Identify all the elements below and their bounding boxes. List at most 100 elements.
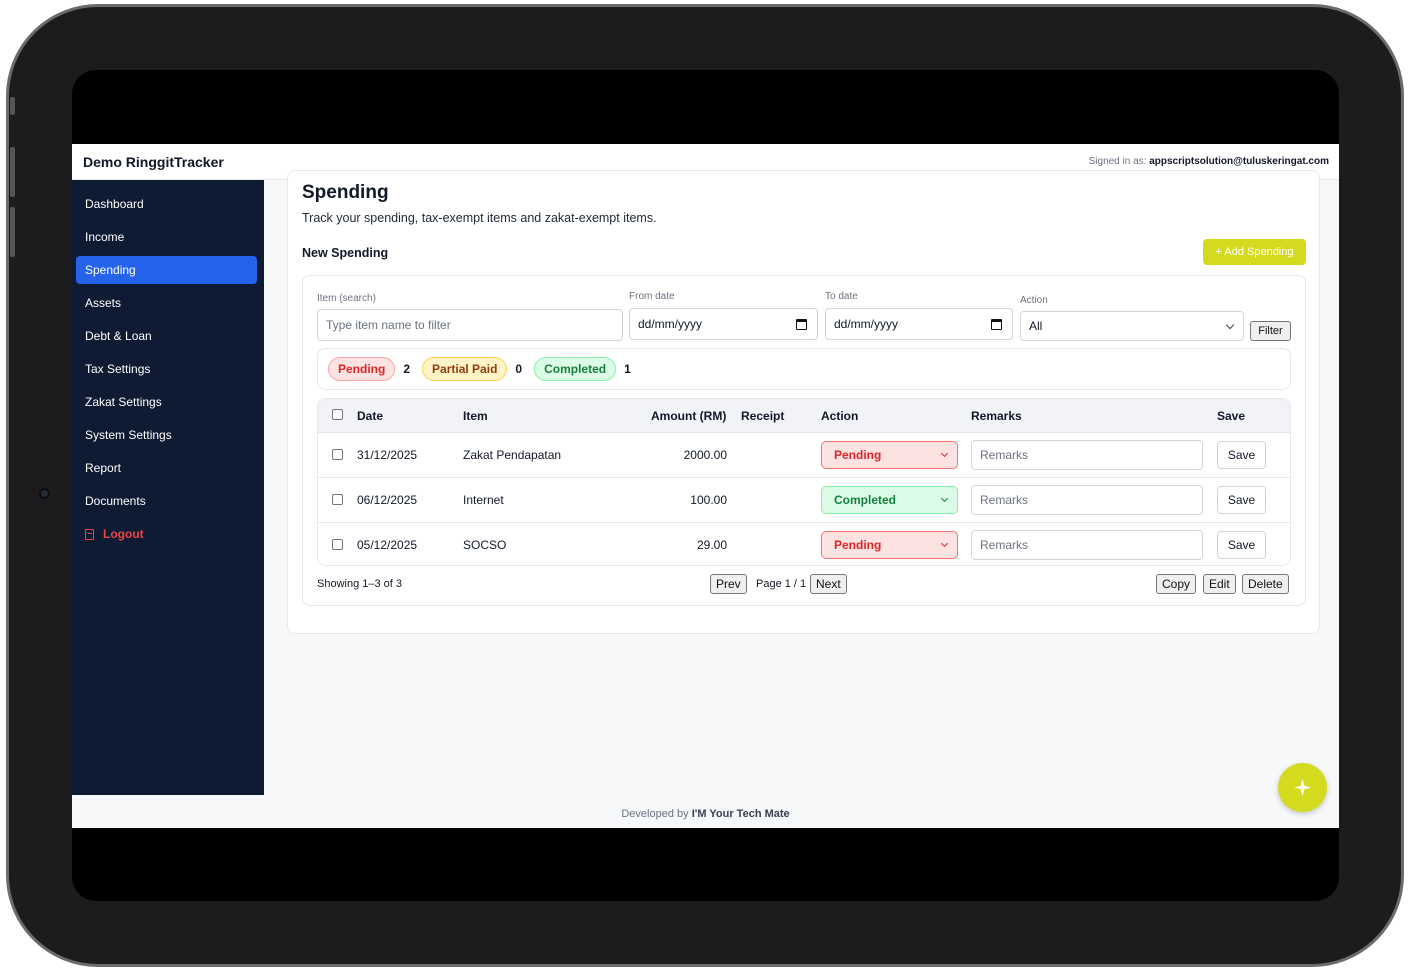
spending-list-card: Item (search) Type item name to filter F… — [302, 275, 1306, 606]
status-summary: Pending 2 Partial Paid 0 Completed 1 — [317, 348, 1291, 390]
section-title: New Spending — [302, 246, 389, 260]
filter-button[interactable]: Filter — [1250, 321, 1291, 341]
row-action-value: Pending — [834, 538, 882, 552]
row-date: 06/12/2025 — [357, 493, 418, 507]
calendar-icon[interactable] — [991, 319, 1002, 330]
page-subtitle: Track your spending, tax-exempt items an… — [302, 211, 657, 225]
row-remarks-input[interactable]: Remarks — [971, 485, 1203, 515]
sidebar: Dashboard Income Spending Assets Debt & … — [72, 180, 264, 795]
header-action: Action — [821, 409, 859, 423]
status-badge-partial-paid[interactable]: Partial Paid — [422, 357, 508, 381]
copy-button[interactable]: Copy — [1156, 574, 1197, 594]
to-date-label: To date — [825, 291, 858, 302]
header-amount[interactable]: Amount (RM) — [651, 409, 726, 423]
assistant-fab-button[interactable] — [1278, 763, 1327, 812]
showing-count: Showing 1–3 of 3 — [317, 578, 403, 590]
logout-icon — [85, 528, 94, 540]
row-action-select[interactable]: Completed — [821, 486, 958, 514]
row-date: 05/12/2025 — [357, 538, 418, 552]
row-item: Zakat Pendapatan — [463, 448, 562, 462]
main-content: Spending Track your spending, tax-exempt… — [264, 170, 1339, 795]
row-remarks-input[interactable]: Remarks — [971, 440, 1203, 470]
row-checkbox[interactable] — [332, 539, 343, 550]
row-item: Internet — [463, 493, 504, 507]
sidebar-item-tax-settings[interactable]: Tax Settings — [76, 355, 257, 383]
sidebar-item-income[interactable]: Income — [76, 223, 257, 251]
chevron-down-icon — [940, 449, 949, 458]
to-date-input[interactable]: dd/mm/yyyy — [825, 308, 1013, 340]
partial-count: 0 — [515, 362, 523, 376]
header-receipt: Receipt — [741, 409, 785, 423]
row-save-button[interactable]: Save — [1217, 531, 1266, 559]
app-brand[interactable]: Demo RinggitTracker — [83, 154, 224, 170]
row-save-button[interactable]: Save — [1217, 486, 1266, 514]
row-checkbox[interactable] — [332, 494, 343, 505]
status-badge-pending[interactable]: Pending — [328, 357, 396, 381]
table-row: 06/12/2025 Internet 100.00 Completed Rem… — [318, 478, 1290, 523]
sidebar-item-spending[interactable]: Spending — [76, 256, 257, 284]
signed-in-email: appscriptsolution@tuluskeringat.com — [1149, 156, 1329, 167]
header-date[interactable]: Date — [357, 409, 383, 423]
page-indicator: Page 1 / 1 — [756, 578, 807, 590]
header-remarks: Remarks — [971, 409, 1022, 423]
row-item: SOCSO — [463, 538, 507, 552]
row-action-value: Completed — [834, 493, 897, 507]
table-header: Date Item Amount (RM) Receipt Action Rem… — [318, 399, 1290, 433]
front-camera — [39, 488, 50, 499]
row-amount: 29.00 — [696, 538, 727, 552]
signed-in-label: Signed in as: — [1088, 156, 1147, 167]
status-badge-completed[interactable]: Completed — [534, 357, 617, 381]
chevron-down-icon — [940, 494, 949, 503]
pending-count: 2 — [403, 362, 411, 376]
from-date-label: From date — [629, 291, 675, 302]
table-row: 31/12/2025 Zakat Pendapatan 2000.00 Pend… — [318, 433, 1290, 478]
row-date: 31/12/2025 — [357, 448, 418, 462]
signed-in-info: Signed in as: appscriptsolution@tulusker… — [1089, 156, 1329, 167]
device-button — [10, 97, 15, 115]
row-checkbox[interactable] — [332, 449, 343, 460]
table-row: 05/12/2025 SOCSO 29.00 Pending Remarks S… — [318, 523, 1290, 565]
item-search-label: Item (search) — [317, 293, 376, 304]
page-title: Spending — [302, 182, 389, 203]
edit-button[interactable]: Edit — [1203, 574, 1236, 594]
row-amount: 2000.00 — [683, 448, 727, 462]
footer-credit: Developed by I'M Your Tech Mate — [72, 808, 1339, 820]
prev-page-button[interactable]: Prev — [710, 574, 747, 594]
from-date-value: dd/mm/yyyy — [638, 317, 703, 331]
row-action-value: Pending — [834, 448, 882, 462]
delete-button[interactable]: Delete — [1242, 574, 1289, 594]
completed-count: 1 — [624, 362, 631, 376]
sidebar-item-assets[interactable]: Assets — [76, 289, 257, 317]
sidebar-item-debt-loan[interactable]: Debt & Loan — [76, 322, 257, 350]
action-filter-select[interactable]: All — [1020, 311, 1244, 341]
sidebar-item-logout[interactable]: Logout — [76, 520, 257, 548]
app: Demo RinggitTracker Signed in as: appscr… — [72, 144, 1339, 828]
row-save-button[interactable]: Save — [1217, 441, 1266, 469]
sidebar-item-documents[interactable]: Documents — [76, 487, 257, 515]
row-action-select[interactable]: Pending — [821, 441, 958, 469]
chevron-down-icon — [940, 539, 949, 548]
footer-developer[interactable]: I'M Your Tech Mate — [692, 808, 790, 820]
logout-label: Logout — [103, 527, 144, 541]
sidebar-item-report[interactable]: Report — [76, 454, 257, 482]
sidebar-item-zakat-settings[interactable]: Zakat Settings — [76, 388, 257, 416]
sidebar-item-system-settings[interactable]: System Settings — [76, 421, 257, 449]
sidebar-item-dashboard[interactable]: Dashboard — [76, 190, 257, 218]
table-footer: Showing 1–3 of 3 Prev Page 1 / 1 Next Co… — [317, 574, 1291, 594]
footer-prefix: Developed by — [621, 808, 689, 820]
action-filter-value: All — [1029, 319, 1043, 333]
chevron-down-icon — [1225, 320, 1235, 330]
calendar-icon[interactable] — [796, 319, 807, 330]
add-spending-button[interactable]: + Add Spending — [1203, 239, 1306, 265]
header-item[interactable]: Item — [463, 409, 488, 423]
from-date-input[interactable]: dd/mm/yyyy — [629, 308, 818, 340]
header-save: Save — [1217, 409, 1246, 423]
screen: Demo RinggitTracker Signed in as: appscr… — [72, 70, 1339, 901]
row-action-select[interactable]: Pending — [821, 531, 958, 559]
item-search-input[interactable]: Type item name to filter — [317, 309, 623, 341]
row-remarks-input[interactable]: Remarks — [971, 530, 1203, 560]
action-filter-label: Action — [1020, 295, 1048, 306]
select-all-checkbox[interactable] — [332, 409, 343, 420]
next-page-button[interactable]: Next — [810, 574, 847, 594]
to-date-value: dd/mm/yyyy — [834, 317, 899, 331]
